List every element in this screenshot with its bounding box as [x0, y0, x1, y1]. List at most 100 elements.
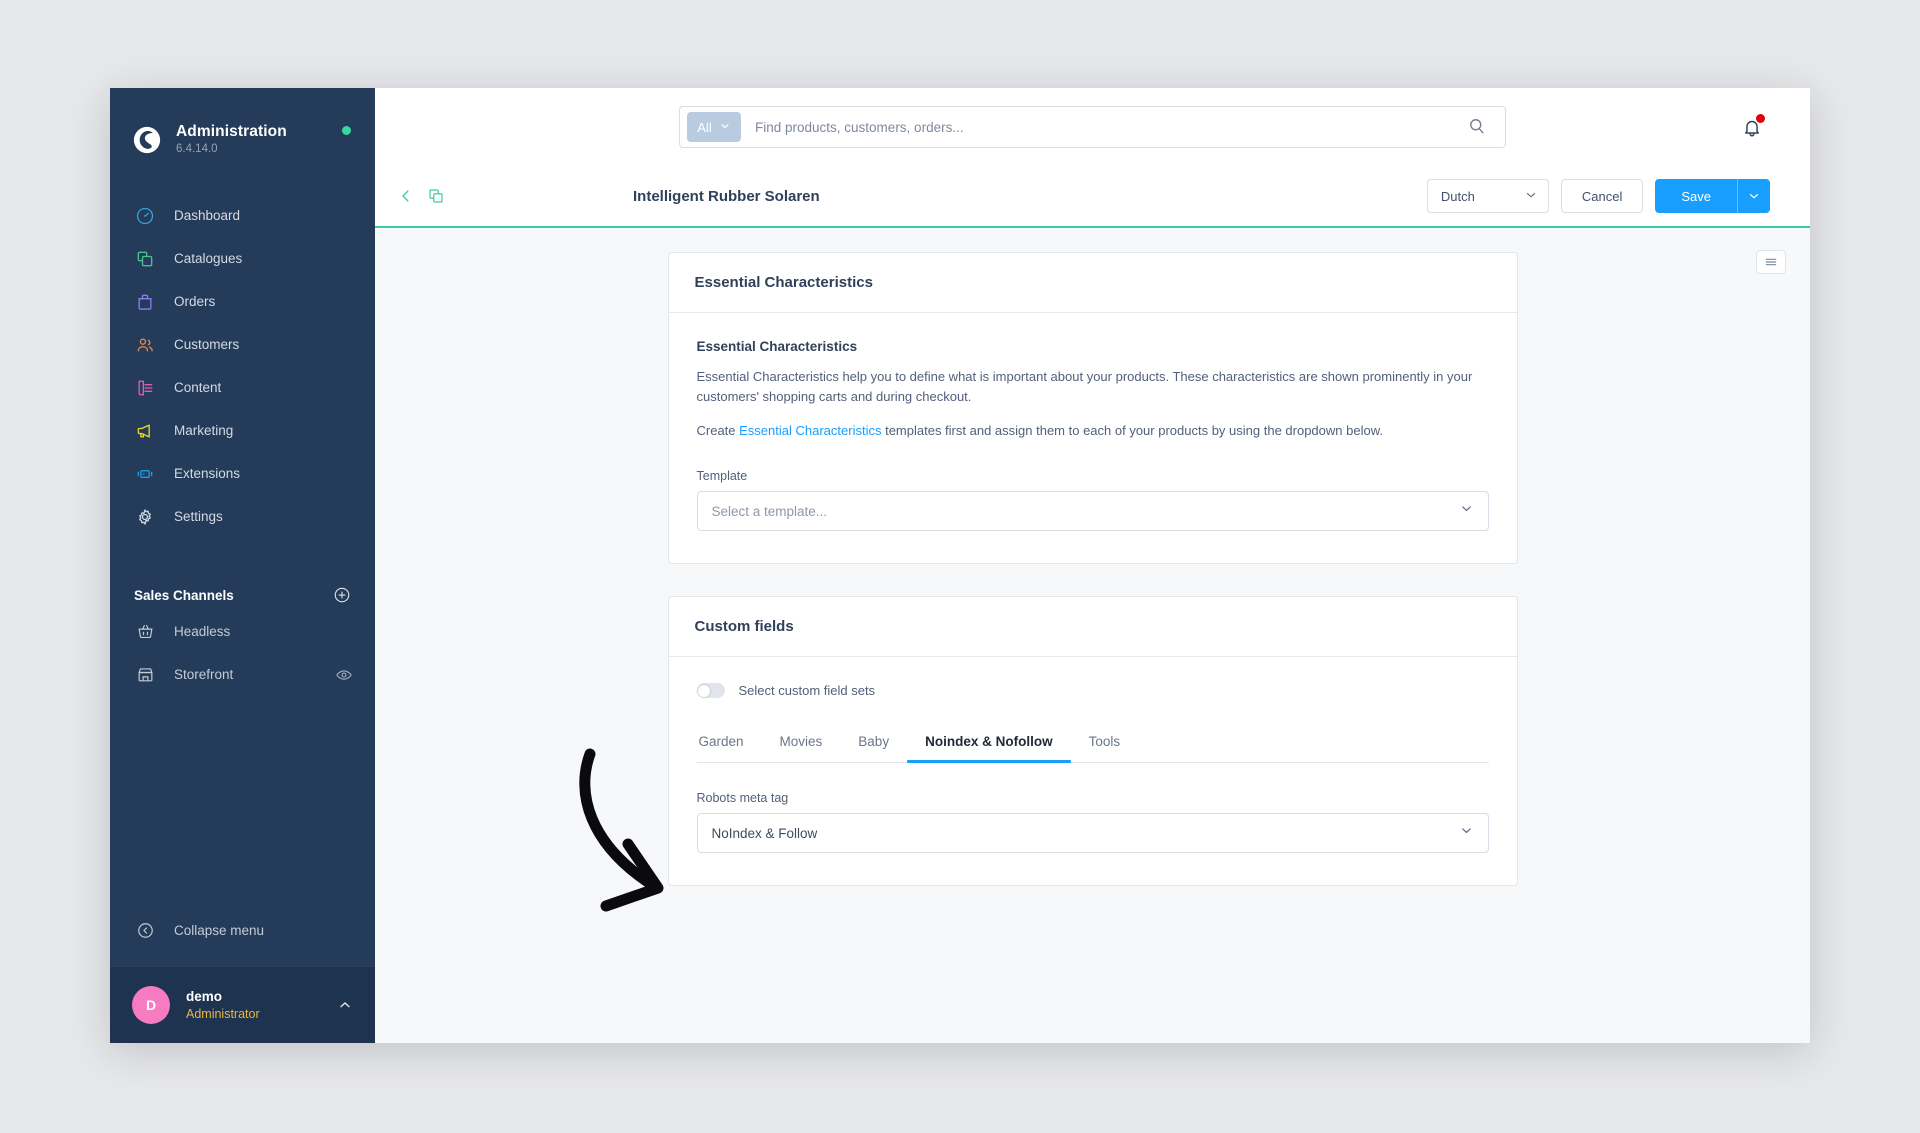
sidebar-item-customers[interactable]: Customers: [110, 323, 375, 366]
essential-characteristics-link[interactable]: Essential Characteristics: [739, 423, 881, 438]
extensions-plug-icon: [134, 463, 156, 485]
list-view-icon[interactable]: [1756, 250, 1786, 274]
settings-gear-icon: [134, 506, 156, 528]
card-body: Essential Characteristics Essential Char…: [669, 313, 1517, 563]
tab-tools[interactable]: Tools: [1071, 734, 1139, 762]
sidebar-item-label: Catalogues: [174, 251, 243, 266]
tab-movies[interactable]: Movies: [762, 734, 841, 762]
sidebar-item-label: Headless: [174, 624, 231, 639]
template-field: Template Select a template...: [696, 469, 1489, 532]
chevron-left-icon[interactable]: [397, 187, 415, 205]
orders-bag-icon: [134, 291, 156, 313]
user-menu[interactable]: D demo Administrator: [110, 966, 375, 1043]
cta-prefix: Create: [696, 423, 740, 439]
cta-suffix: templates first and assign them to each …: [881, 423, 1383, 439]
collapse-menu-label: Collapse menu: [174, 922, 265, 938]
chevron-up-icon[interactable]: [337, 997, 353, 1013]
custom-field-tabs: Garden Movies Baby Noindex & Nofollow To…: [696, 734, 1489, 764]
search-box[interactable]: All: [679, 106, 1506, 148]
sidebar-item-label: Extensions: [174, 466, 241, 481]
global-search: All: [679, 106, 1506, 148]
toggle-label: Select custom field sets: [738, 683, 876, 699]
search-icon[interactable]: [1467, 116, 1489, 138]
duplicate-icon[interactable]: [427, 187, 445, 205]
dashboard-gauge-icon: [134, 205, 156, 227]
search-scope-selector[interactable]: All: [687, 112, 741, 142]
catalogues-stack-icon: [134, 248, 156, 270]
toggle-knob: [698, 684, 710, 697]
chevron-down-icon: [1459, 823, 1474, 843]
save-button[interactable]: Save: [1655, 179, 1737, 213]
save-options-caret-icon[interactable]: [1737, 179, 1770, 213]
user-name: demo: [186, 989, 223, 1005]
select-custom-field-sets-toggle[interactable]: [696, 683, 725, 699]
brand-header[interactable]: Administration 6.4.14.0: [110, 88, 375, 166]
description-paragraph: Essential Characteristics help you to de…: [696, 369, 1473, 405]
main-area: All Find products, customers, orders... …: [375, 88, 1810, 1043]
content-scroll-area: Essential Characteristics Essential Char…: [375, 228, 1810, 1043]
language-value: Dutch: [1440, 188, 1475, 204]
page-header-actions: Dutch Cancel Save: [1426, 179, 1770, 213]
card-title: Essential Characteristics: [668, 253, 1517, 313]
status-online-dot: [342, 126, 351, 135]
sidebar-item-label: Orders: [174, 294, 216, 309]
robots-meta-tag-field: Robots meta tag NoIndex & Follow: [696, 791, 1489, 854]
sidebar-item-label: Customers: [174, 337, 240, 352]
tab-noindex-nofollow[interactable]: Noindex & Nofollow: [907, 734, 1071, 764]
language-select[interactable]: Dutch: [1426, 179, 1549, 213]
sidebar-item-dashboard[interactable]: Dashboard: [110, 194, 375, 237]
top-bar: All: [375, 88, 1810, 166]
sidebar-item-headless[interactable]: Headless: [110, 610, 375, 653]
eye-icon[interactable]: [335, 666, 353, 684]
brand-version: 6.4.14.0: [176, 142, 218, 155]
storefront-icon: [134, 664, 156, 686]
page-backdrop: Administration 6.4.14.0 Dashboard Catalo…: [0, 0, 1920, 1133]
chevron-down-icon: [1524, 188, 1538, 205]
chevron-down-icon: [719, 120, 731, 135]
avatar: D: [132, 986, 170, 1024]
user-role: Administrator: [186, 1006, 260, 1021]
chevron-left-circle-icon: [134, 919, 156, 941]
page-title: Intelligent Rubber Solaren: [633, 187, 820, 205]
customers-people-icon: [134, 334, 156, 356]
robots-meta-tag-select[interactable]: NoIndex & Follow: [696, 813, 1489, 854]
cancel-button[interactable]: Cancel: [1560, 179, 1644, 213]
sidebar-item-storefront[interactable]: Storefront: [110, 653, 375, 696]
sidebar-item-extensions[interactable]: Extensions: [110, 452, 375, 495]
primary-nav: Dashboard Catalogues Orders Customers Co…: [110, 194, 375, 538]
sidebar-item-catalogues[interactable]: Catalogues: [110, 237, 375, 280]
template-label: Template: [696, 469, 748, 484]
collapse-menu-button[interactable]: Collapse menu: [110, 908, 375, 952]
chevron-down-icon: [1459, 501, 1474, 521]
tab-baby[interactable]: Baby: [840, 734, 907, 762]
essential-characteristics-card: Essential Characteristics Essential Char…: [667, 252, 1518, 565]
template-placeholder: Select a template...: [711, 503, 828, 519]
marketing-megaphone-icon: [134, 420, 156, 442]
search-input[interactable]: [741, 119, 1467, 135]
sidebar-item-marketing[interactable]: Marketing: [110, 409, 375, 452]
robots-meta-tag-label: Robots meta tag: [696, 791, 789, 806]
sales-channels-header: Sales Channels: [110, 580, 375, 610]
search-scope-label: All: [697, 119, 712, 135]
content-document-icon: [134, 377, 156, 399]
sidebar-item-content[interactable]: Content: [110, 366, 375, 409]
save-button-group: Save: [1655, 179, 1770, 213]
sales-channels-title: Sales Channels: [134, 587, 234, 603]
card-body: Select custom field sets Garden Movies B…: [669, 657, 1517, 885]
sidebar-item-label: Marketing: [174, 423, 234, 438]
sidebar-item-orders[interactable]: Orders: [110, 280, 375, 323]
notification-badge-dot: [1756, 114, 1765, 123]
sidebar: Administration 6.4.14.0 Dashboard Catalo…: [110, 88, 375, 1043]
custom-field-sets-toggle-row: Select custom field sets: [696, 683, 1489, 699]
cta-paragraph: Create Essential Characteristics templat…: [697, 421, 1489, 441]
sidebar-item-label: Settings: [174, 509, 223, 524]
sidebar-item-label: Dashboard: [174, 208, 241, 223]
plus-circle-icon[interactable]: [333, 586, 351, 604]
admin-window: Administration 6.4.14.0 Dashboard Catalo…: [110, 88, 1810, 1043]
template-select[interactable]: Select a template...: [696, 491, 1489, 532]
sidebar-item-settings[interactable]: Settings: [110, 495, 375, 538]
sidebar-item-label: Storefront: [174, 667, 234, 682]
brand-title: Administration: [176, 122, 287, 140]
tab-garden[interactable]: Garden: [697, 734, 762, 762]
